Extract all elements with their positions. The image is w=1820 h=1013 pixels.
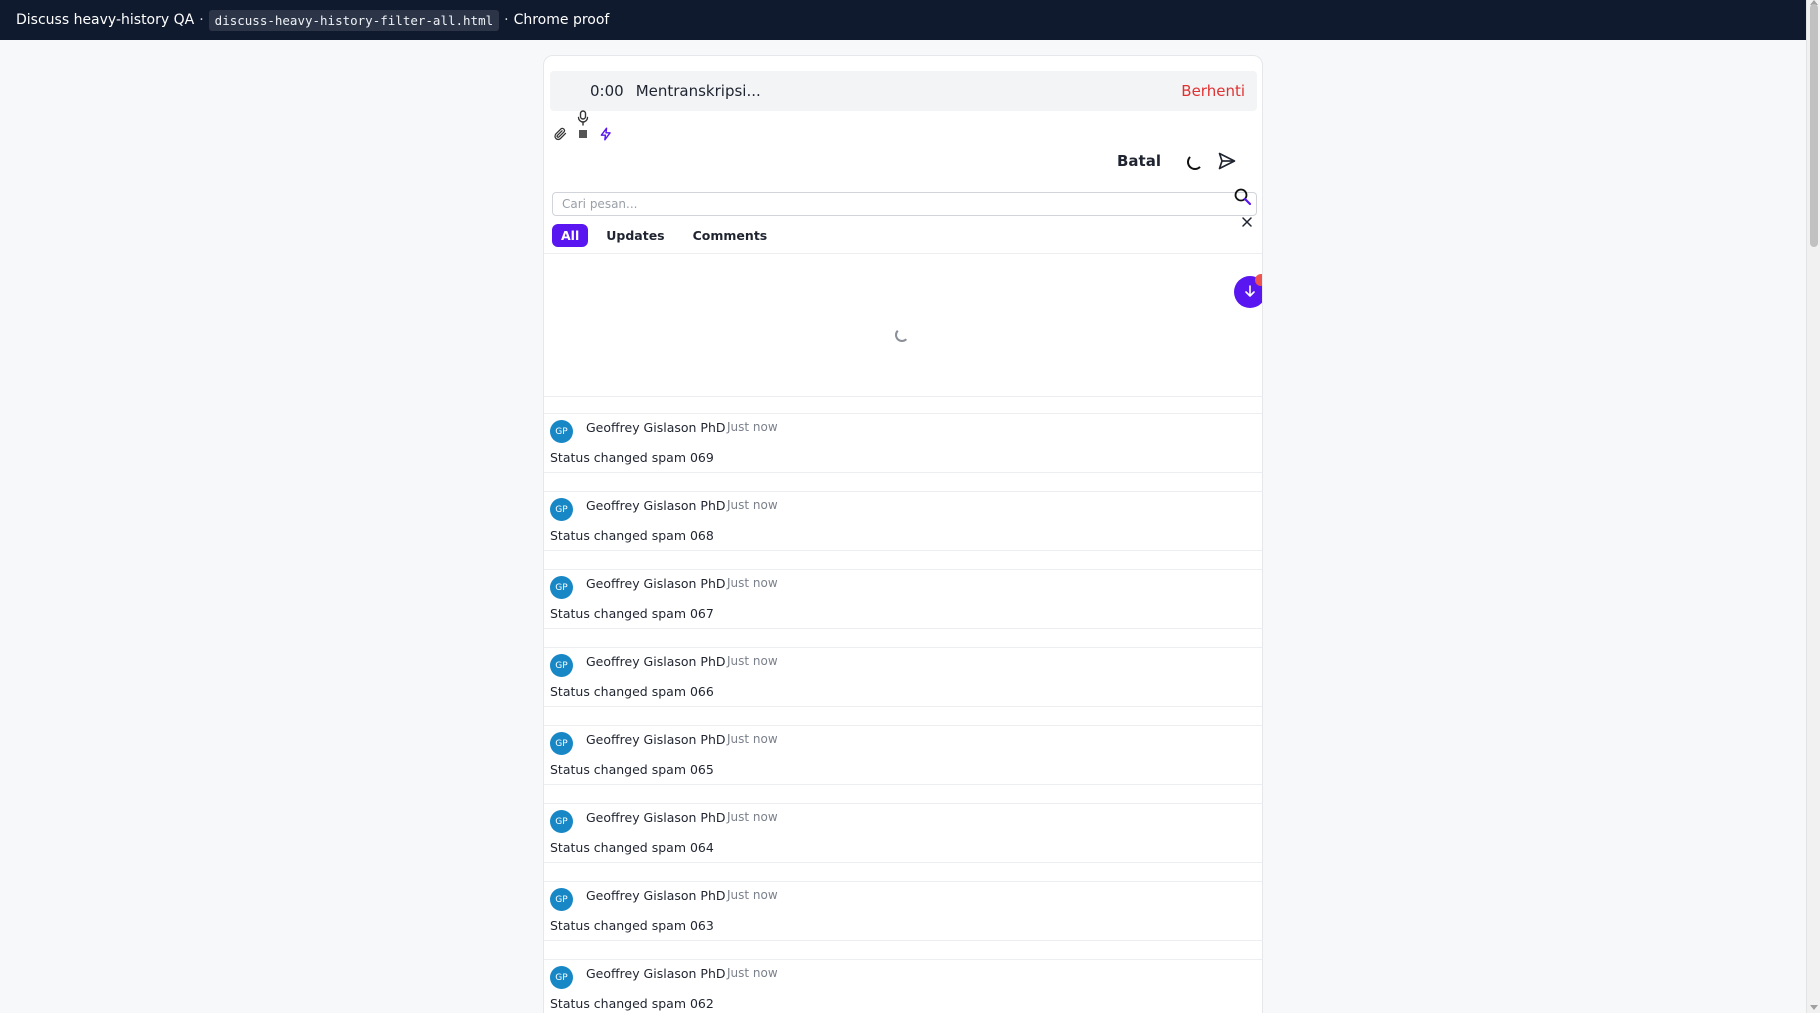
- search-input[interactable]: [553, 193, 1256, 215]
- message-time: Just now: [727, 966, 778, 980]
- transcribing-status: Mentranskripsi...: [635, 82, 761, 100]
- paperclip-icon[interactable]: [553, 127, 567, 141]
- message-author: Geoffrey Gislason PhD: [586, 888, 726, 903]
- message-author: Geoffrey Gislason PhD: [586, 810, 726, 825]
- message-time: Just now: [727, 576, 778, 590]
- list-item: GP Geoffrey Gislason PhD Just now Status…: [544, 959, 1262, 1013]
- close-icon[interactable]: [1241, 213, 1253, 232]
- message-author: Geoffrey Gislason PhD: [586, 966, 726, 981]
- search-icon[interactable]: [1234, 188, 1252, 210]
- list-item: GP Geoffrey Gislason PhD Just now Status…: [544, 647, 1262, 707]
- tab-all[interactable]: All: [552, 223, 589, 247]
- stop-recording-button[interactable]: Berhenti: [1181, 82, 1245, 100]
- message-author: Geoffrey Gislason PhD: [586, 498, 726, 513]
- separator: ·: [504, 12, 509, 28]
- page-heading: Discuss heavy-history QA: [16, 12, 195, 28]
- message-text: Status changed spam 064: [550, 840, 714, 855]
- avatar: GP: [550, 810, 573, 833]
- list-item: GP Geoffrey Gislason PhD Just now Status…: [544, 491, 1262, 551]
- list-item: GP Geoffrey Gislason PhD Just now Status…: [544, 803, 1262, 863]
- message-time: Just now: [727, 810, 778, 824]
- list-item: GP Geoffrey Gislason PhD Just now Status…: [544, 881, 1262, 941]
- notification-badge: [1255, 274, 1262, 286]
- tab-updates[interactable]: Updates: [598, 224, 672, 247]
- list-item: GP Geoffrey Gislason PhD Just now Status…: [544, 413, 1262, 473]
- tab-comments[interactable]: Comments: [685, 224, 776, 247]
- divider: [544, 253, 1262, 254]
- avatar: GP: [550, 654, 573, 677]
- filter-tabs: All Updates Comments: [552, 222, 775, 248]
- message-text: Status changed spam 066: [550, 684, 714, 699]
- avatar: GP: [550, 732, 573, 755]
- arrow-down-icon: [1243, 283, 1257, 302]
- search-box: [552, 192, 1257, 216]
- avatar: GP: [550, 576, 573, 599]
- list-item: GP Geoffrey Gislason PhD Just now Status…: [544, 569, 1262, 629]
- scrollbar-thumb[interactable]: [1810, 4, 1818, 247]
- message-time: Just now: [727, 420, 778, 434]
- message-text: Status changed spam 068: [550, 528, 714, 543]
- message-time: Just now: [727, 498, 778, 512]
- cancel-button[interactable]: Batal: [1117, 152, 1161, 170]
- file-name: discuss-heavy-history-filter-all.html: [208, 9, 500, 31]
- message-text: Status changed spam 067: [550, 606, 714, 621]
- page-scrollbar[interactable]: [1806, 0, 1820, 1013]
- recording-timer: 0:00: [590, 82, 624, 100]
- avatar: GP: [550, 498, 573, 521]
- scroll-down-arrow[interactable]: [1810, 1005, 1818, 1010]
- avatar: GP: [550, 966, 573, 989]
- message-text: Status changed spam 065: [550, 762, 714, 777]
- top-bar: Discuss heavy-history QA · discuss-heavy…: [0, 0, 1820, 40]
- separator: ·: [199, 12, 204, 28]
- lightning-icon[interactable]: [599, 126, 613, 142]
- loading-spinner-icon: [1187, 154, 1203, 170]
- recording-bar: 0:00 Mentranskripsi... Berhenti: [550, 71, 1257, 111]
- history-loading-spinner-icon: [895, 328, 909, 342]
- message-text: Status changed spam 069: [550, 450, 714, 465]
- message-text: Status changed spam 063: [550, 918, 714, 933]
- message-time: Just now: [727, 888, 778, 902]
- message-time: Just now: [727, 654, 778, 668]
- message-author: Geoffrey Gislason PhD: [586, 420, 726, 435]
- list-item: GP Geoffrey Gislason PhD Just now Status…: [544, 725, 1262, 785]
- message-author: Geoffrey Gislason PhD: [586, 654, 726, 669]
- discussion-panel: 0:00 Mentranskripsi... Berhenti Batal Al…: [543, 55, 1263, 1013]
- divider: [544, 396, 1262, 397]
- avatar: GP: [550, 888, 573, 911]
- avatar: GP: [550, 420, 573, 443]
- message-author: Geoffrey Gislason PhD: [586, 576, 726, 591]
- message-text: Status changed spam 062: [550, 996, 714, 1011]
- message-time: Just now: [727, 732, 778, 746]
- stop-square-icon[interactable]: [579, 130, 587, 138]
- send-icon[interactable]: [1217, 151, 1237, 175]
- page-subtitle: Chrome proof: [513, 12, 610, 28]
- message-author: Geoffrey Gislason PhD: [586, 732, 726, 747]
- microphone-icon[interactable]: [577, 110, 589, 126]
